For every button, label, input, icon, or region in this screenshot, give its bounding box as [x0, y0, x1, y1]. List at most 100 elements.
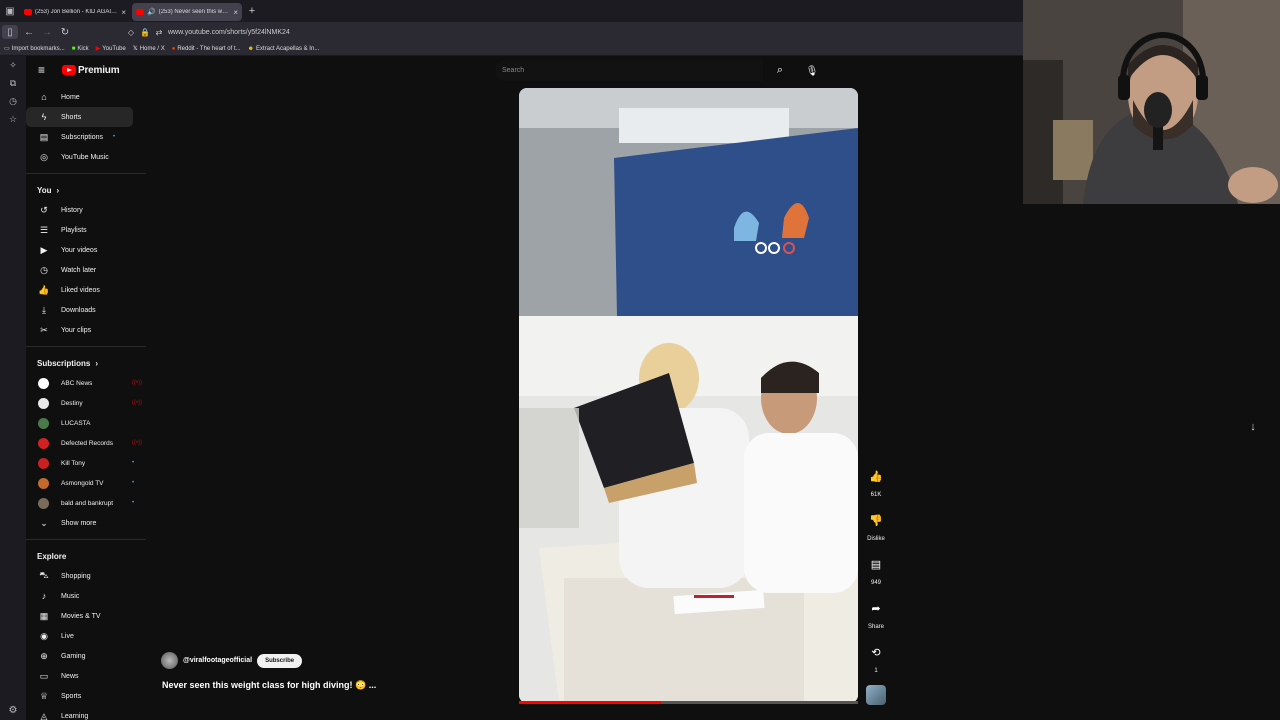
bookmark-item[interactable]: ● Reddit - The heart of t... — [172, 46, 241, 52]
tabs-sync-icon[interactable]: ⧉ — [0, 74, 26, 92]
like-icon: 👍 — [38, 284, 50, 295]
subscription-item[interactable]: Destiny ((•)) — [26, 393, 146, 413]
bookmark-item[interactable]: ▶ YouTube — [96, 45, 126, 53]
channel-row: @viralfootageofficial Subscribe — [161, 652, 303, 669]
sidebar-panel-icon[interactable]: ▯ — [2, 25, 18, 39]
short-video-player[interactable] — [519, 88, 858, 703]
sound-thumbnail[interactable] — [866, 685, 886, 705]
live-indicator-icon: ((•)) — [132, 440, 143, 446]
live-icon: ◉ — [40, 630, 48, 641]
nav-item-watch-later[interactable]: ◷ Watch later — [26, 260, 133, 280]
search-input[interactable]: Search — [495, 60, 763, 81]
video-frame — [519, 88, 858, 703]
short-title[interactable]: Never seen this weight class for high di… — [162, 680, 376, 691]
bookmark-item[interactable]: ☻ Extract Acapellas & In... — [248, 46, 320, 52]
youtube-favicon-icon — [24, 9, 32, 15]
nav-item-downloads[interactable]: ⤓ Downloads — [26, 300, 133, 320]
search-icon[interactable]: ⌕ — [763, 60, 797, 81]
subscription-label: Destiny — [61, 399, 83, 407]
next-short-arrow-icon[interactable]: ↓ — [1240, 414, 1266, 440]
nav-item-movies-tv[interactable]: ▦ Movies & TV — [26, 606, 133, 626]
nav-item-music[interactable]: ♪ Music — [26, 586, 133, 606]
youtube-play-icon — [62, 65, 76, 75]
nav-item-home[interactable]: ⌂ Home — [26, 87, 133, 107]
dislike-button[interactable]: 👎 Dislike — [862, 507, 890, 543]
nav-item-label: Shopping — [61, 572, 91, 580]
nav-item-sports[interactable]: ♕ Sports — [26, 686, 133, 706]
microphone-icon[interactable]: 🎙 — [803, 62, 821, 80]
share-icon[interactable]: ➦ — [863, 595, 889, 621]
remix-icon[interactable]: ⟲ — [863, 639, 889, 665]
subscription-item[interactable]: ABC News ((•)) — [26, 373, 146, 393]
history-icon[interactable]: ◷ — [0, 92, 26, 110]
tab-never-seen[interactable]: 🔊 (253) Never seen this weigh × — [132, 3, 242, 21]
nav-item-youtube-music[interactable]: ◎ YouTube Music — [26, 147, 133, 167]
like-icon[interactable]: 👍 — [863, 463, 889, 489]
subscription-item[interactable]: LUCASTA — [26, 413, 146, 433]
download-icon: ⤓ — [42, 304, 46, 315]
nav-item-gaming[interactable]: ⊕ Gaming — [26, 646, 133, 666]
home-icon: ⌂ — [41, 92, 47, 102]
comment-icon[interactable]: ▤ — [863, 551, 889, 577]
channel-avatar[interactable] — [161, 652, 178, 669]
share-button[interactable]: ➦ Share — [862, 595, 890, 631]
bookmark-label: Extract Acapellas & In... — [255, 45, 320, 52]
sidebar-toggle-icon[interactable]: ▣ — [0, 0, 20, 22]
reload-icon[interactable]: ↻ — [56, 22, 74, 42]
subscription-item[interactable]: Kill Tony • — [26, 453, 146, 473]
youtube-logo[interactable]: Premium — [62, 65, 120, 76]
url-bar[interactable]: www.youtube.com/shorts/y5f24lNMK24 — [168, 29, 290, 36]
show-more-button[interactable]: ⌄ Show more — [26, 513, 133, 533]
video-progress-bar[interactable] — [519, 701, 858, 704]
bookmark-label: Home / X — [139, 45, 165, 52]
channel-name[interactable]: @viralfootageofficial — [183, 657, 252, 664]
new-tab-button[interactable]: + — [244, 5, 260, 17]
close-tab-icon[interactable]: × — [121, 8, 126, 17]
nav-item-playlists[interactable]: ☰ Playlists — [26, 220, 133, 240]
subscriptions-header[interactable]: Subscriptions › — [26, 353, 146, 373]
share-label: Share — [867, 624, 884, 630]
lock-icon[interactable]: 🔒 — [138, 28, 152, 37]
bookmark-item[interactable]: 𝕏 Home / X — [133, 45, 165, 53]
you-header[interactable]: You › — [26, 180, 146, 200]
forward-arrow-icon[interactable]: → — [38, 22, 56, 42]
remix-count: 1 — [874, 668, 878, 674]
tab-jon-bellion[interactable]: (253) Jon Bellion - KID AGAIN (L × — [20, 3, 130, 21]
nav-item-your-clips[interactable]: ✂ Your clips — [26, 320, 133, 340]
back-arrow-icon[interactable]: ← — [20, 22, 38, 42]
nav-item-liked-videos[interactable]: 👍 Liked videos — [26, 280, 133, 300]
remix-button[interactable]: ⟲ 1 — [862, 639, 890, 675]
nav-item-subscriptions[interactable]: ▤ Subscriptions • — [26, 127, 133, 147]
comments-button[interactable]: ▤ 949 — [862, 551, 890, 587]
bookmark-label: Import bookmarks... — [11, 45, 65, 52]
nav-item-learning[interactable]: ◬ Learning — [26, 706, 133, 720]
like-button[interactable]: 👍 61K — [862, 463, 890, 499]
new-content-dot: • — [132, 500, 135, 506]
nav-item-shorts[interactable]: ϟ Shorts — [26, 107, 133, 127]
shield-icon[interactable]: ◇ — [124, 28, 138, 37]
nav-item-history[interactable]: ↺ History — [26, 200, 133, 220]
nav-item-live[interactable]: ◉ Live — [26, 626, 133, 646]
music-circle-icon: ◎ — [40, 151, 48, 162]
permissions-icon[interactable]: ⇄ — [152, 28, 166, 37]
subscription-item[interactable]: bald and bankrupt • — [26, 493, 146, 513]
nav-item-shopping[interactable]: ⛍ Shopping — [26, 566, 133, 586]
subscription-item[interactable]: Defected Records ((•)) — [26, 433, 146, 453]
nav-item-label: Music — [61, 592, 80, 600]
bookmarks-star-icon[interactable]: ☆ — [0, 110, 26, 128]
bookmark-item[interactable]: ■ Kick — [72, 46, 89, 52]
subscribe-button[interactable]: Subscribe — [257, 653, 303, 668]
channel-avatar — [38, 377, 49, 389]
scissors-icon: ✂ — [40, 324, 48, 335]
menu-icon[interactable]: ≡ — [38, 63, 54, 77]
bookmark-item[interactable]: ▭ Import bookmarks... — [4, 45, 65, 53]
close-tab-icon[interactable]: × — [233, 8, 238, 17]
nav-item-your-videos[interactable]: ▶ Your videos — [26, 240, 133, 260]
dislike-icon[interactable]: 👎 — [863, 507, 889, 533]
gear-icon[interactable]: ⚙ — [0, 705, 26, 716]
ai-chat-icon[interactable]: ✧ — [0, 56, 26, 74]
speaker-icon[interactable]: 🔊 — [147, 8, 156, 16]
subscription-item[interactable]: Asmongold TV • — [26, 473, 146, 493]
nav-item-news[interactable]: ▭ News — [26, 666, 133, 686]
webcam-image — [1023, 0, 1280, 204]
